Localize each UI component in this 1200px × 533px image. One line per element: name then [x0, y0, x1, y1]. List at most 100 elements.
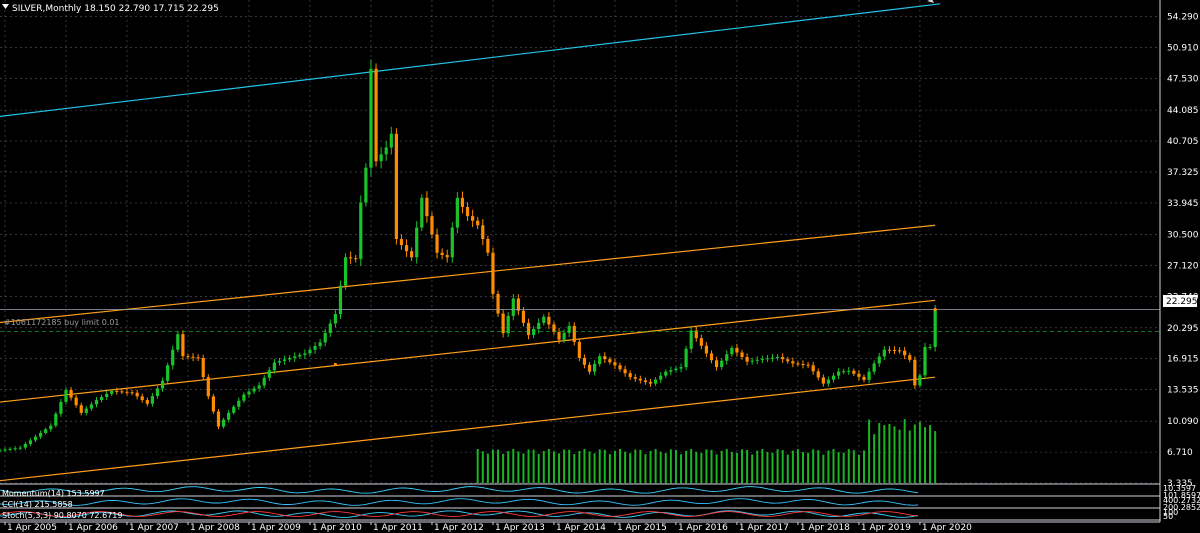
candle-body	[404, 245, 409, 252]
volume-bar	[720, 450, 723, 483]
volume-bar	[857, 454, 860, 483]
volume-bar	[756, 450, 759, 483]
trendline-anchor	[333, 362, 337, 366]
candle-body	[770, 357, 775, 359]
volume-bar	[847, 449, 850, 483]
volume-bar	[852, 450, 855, 483]
candle-body	[745, 357, 749, 362]
candle-body	[862, 376, 866, 380]
candle-body	[704, 345, 709, 354]
candle-body	[23, 443, 27, 448]
candle-body	[816, 371, 820, 378]
volume-bar	[547, 449, 550, 483]
candle-body	[49, 425, 53, 430]
candle-body	[394, 133, 398, 239]
candle-body	[781, 357, 785, 360]
candle-body	[801, 364, 805, 366]
candle-body	[399, 238, 404, 246]
candle-body	[374, 68, 378, 162]
candle-body	[476, 220, 480, 226]
x-tick-label: 1 Apr 2019	[861, 523, 911, 533]
candle-body	[359, 202, 363, 260]
candle-body	[303, 353, 307, 355]
candle-body	[420, 197, 424, 228]
candle-body	[760, 358, 764, 360]
candle-body	[206, 377, 210, 397]
x-tick-label: 1 Apr 2008	[190, 523, 240, 533]
candle-body	[831, 375, 836, 380]
volume-bar	[674, 449, 677, 483]
candle-body	[450, 227, 454, 258]
candle-body	[425, 197, 429, 217]
volume-bar	[685, 450, 688, 483]
candle-body	[242, 394, 246, 401]
candle-body	[892, 350, 897, 352]
candle-body	[99, 396, 104, 401]
candle-body	[730, 347, 734, 355]
candle-body	[791, 361, 795, 364]
candle-body	[699, 338, 703, 346]
candle-body	[577, 341, 581, 358]
candle-body	[857, 373, 861, 377]
candle-body	[354, 258, 358, 260]
candle-body	[186, 356, 190, 358]
candle-body	[28, 440, 33, 444]
candle-body	[887, 349, 892, 351]
volume-bar	[608, 454, 611, 483]
x-tick-label: 1 Apr 2020	[922, 523, 972, 533]
candle-body	[69, 389, 73, 398]
candle-body	[105, 393, 109, 397]
candle-body	[613, 362, 617, 366]
candle-body	[755, 359, 759, 361]
candle-body	[465, 206, 470, 217]
volume-bar	[542, 451, 545, 483]
candle-body	[440, 252, 444, 256]
candle-body	[313, 346, 317, 350]
x-tick-label: 1 Apr 2010	[312, 523, 362, 533]
candle-body	[415, 227, 419, 258]
candle-body	[364, 167, 368, 203]
candle-body	[237, 400, 241, 407]
volume-bar	[908, 430, 911, 483]
volume-bar	[776, 449, 779, 483]
x-tick-label: 1 Apr 2011	[373, 523, 423, 533]
price-chart[interactable]: 54.290 50.910 47.530 44.085 40.705 37.325 33.9…	[0, 0, 1200, 533]
candle-body	[410, 251, 414, 258]
candle-body	[89, 404, 94, 409]
volume-bar	[710, 449, 713, 483]
candle-body	[638, 378, 642, 381]
candle-body	[379, 154, 383, 162]
volume-bar	[634, 449, 637, 483]
y-tick-label: 6.710	[1167, 448, 1193, 458]
volume-bar	[598, 449, 601, 483]
candle-body	[318, 342, 322, 347]
volume-bar	[863, 450, 866, 483]
candle-body	[323, 332, 327, 343]
candle-body	[481, 225, 485, 239]
volume-bar	[573, 453, 576, 483]
candle-body	[775, 357, 780, 359]
volume-bar	[796, 449, 799, 483]
candle-body	[720, 360, 724, 368]
candle-body	[552, 324, 556, 333]
volume-bar	[664, 453, 667, 483]
volume-bar	[898, 429, 901, 483]
candle-body	[298, 354, 302, 357]
candle-body	[155, 388, 160, 397]
candle-body	[806, 364, 810, 366]
candle-body	[196, 357, 200, 359]
candle-body	[811, 365, 815, 372]
volume-bar	[913, 424, 916, 483]
candle-body	[59, 401, 63, 414]
candle-body	[94, 400, 99, 405]
x-tick-label: 1 Apr 2012	[434, 523, 484, 533]
candle-body	[842, 371, 846, 373]
volume-bar	[593, 453, 596, 483]
volume-bar	[730, 451, 733, 483]
x-tick-label: 1 Apr 2013	[495, 523, 545, 533]
candle-body	[272, 362, 276, 371]
volume-bar	[903, 419, 906, 483]
candle-body	[191, 356, 195, 358]
volume-bar	[649, 450, 652, 483]
candle-body	[369, 68, 373, 168]
